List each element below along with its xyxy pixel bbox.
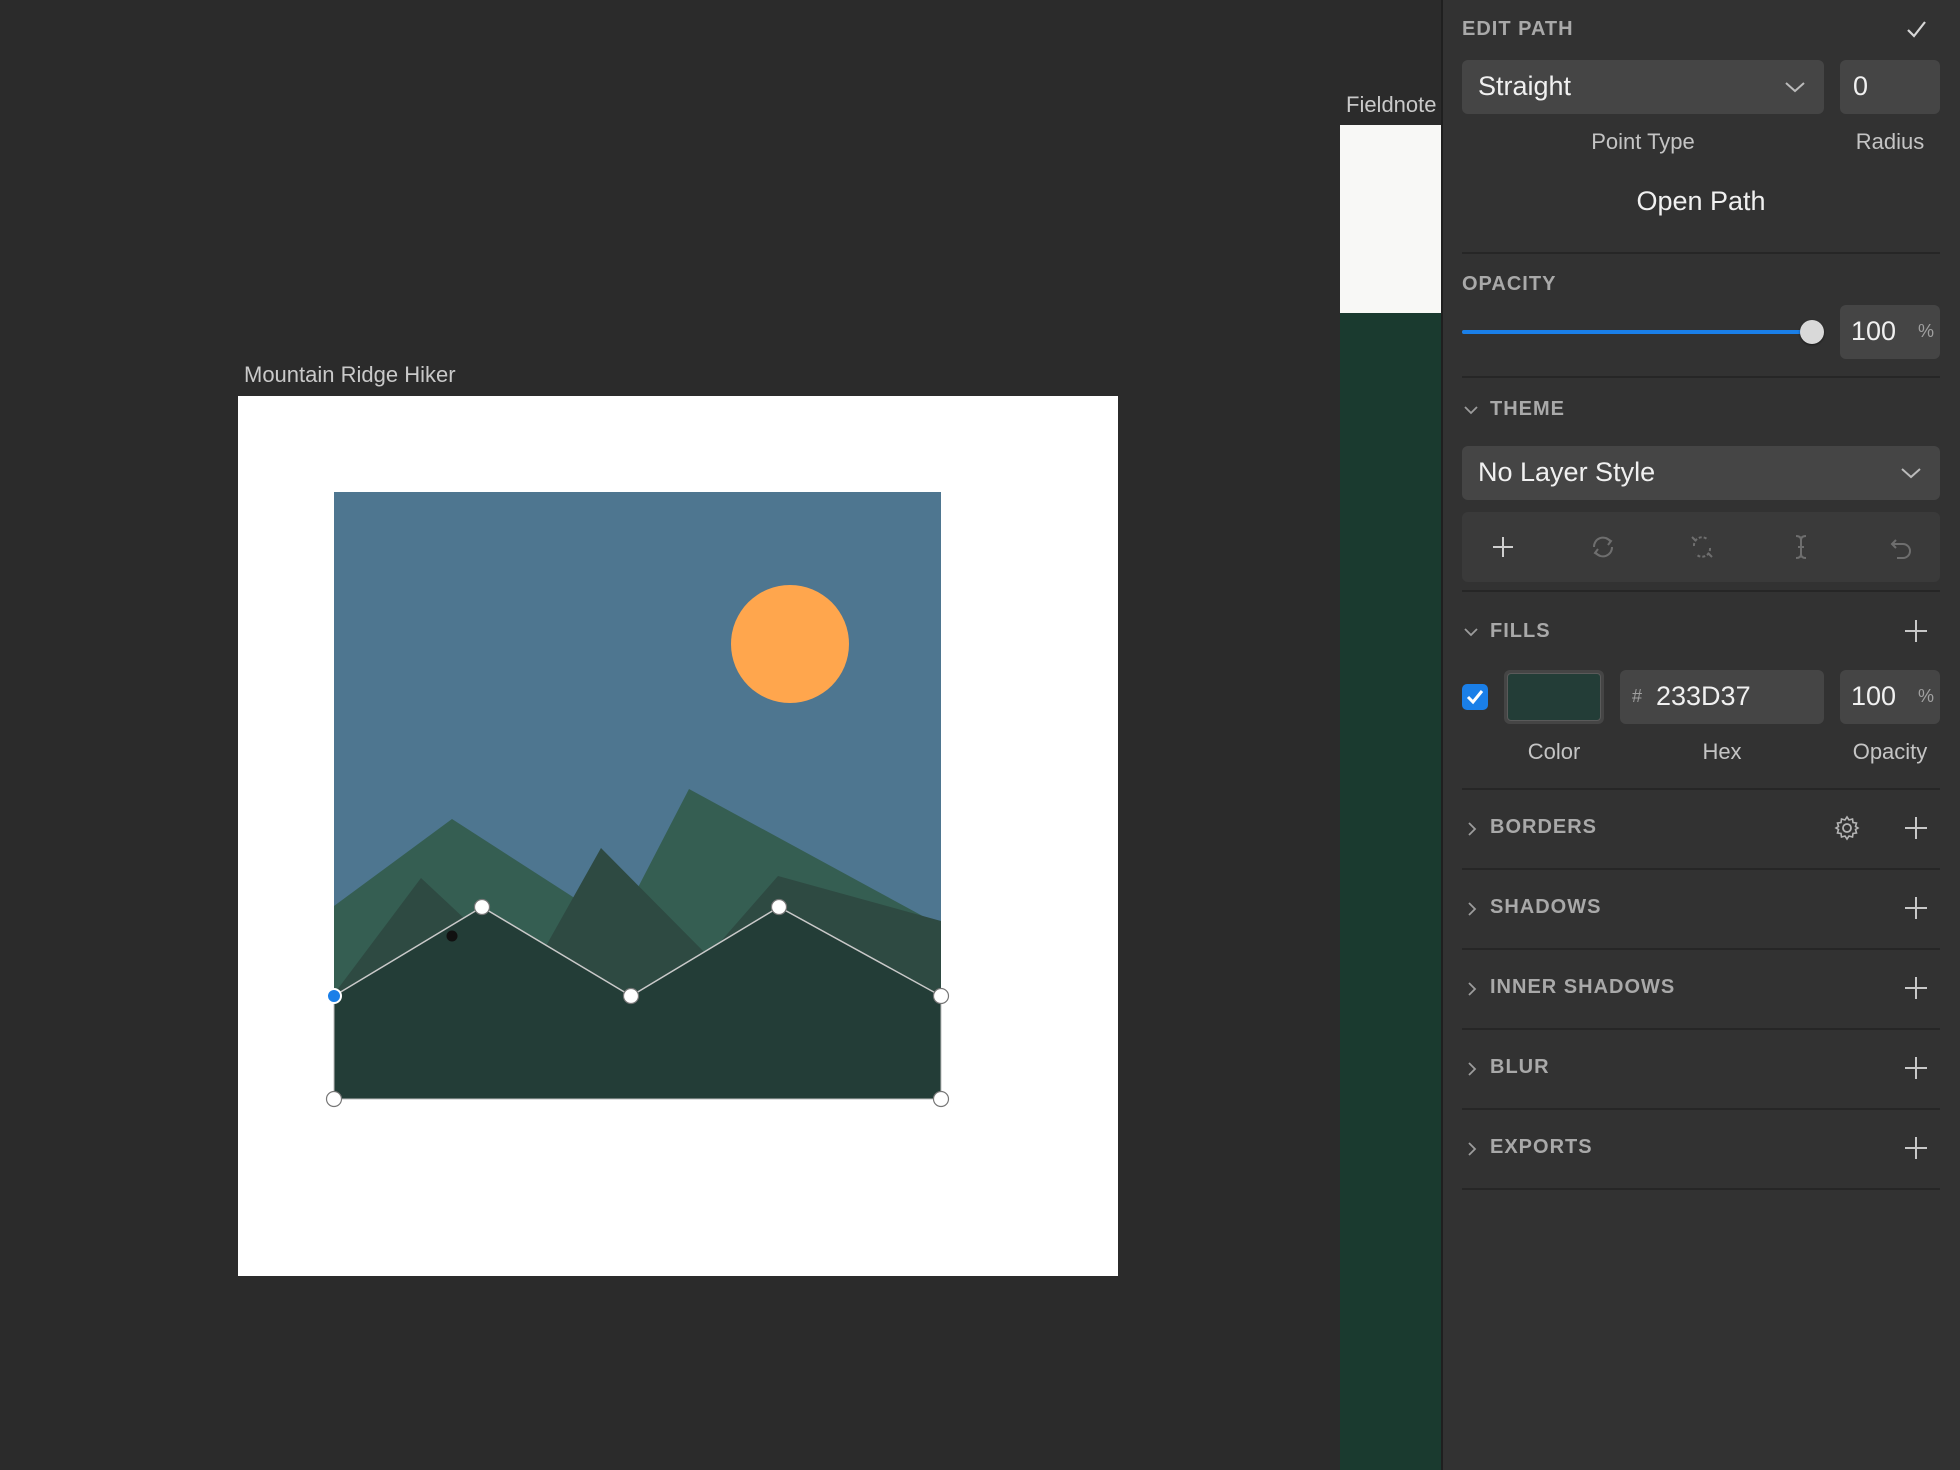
point-type-caption: Point Type: [1591, 129, 1695, 154]
add-borders-icon[interactable]: [1905, 817, 1927, 839]
blur-title[interactable]: BLUR: [1490, 1056, 1550, 1079]
hex-value: 233D37: [1656, 681, 1751, 711]
add-fill-icon[interactable]: [1905, 620, 1927, 642]
point-type-value: Straight: [1478, 71, 1572, 101]
add-blur-icon[interactable]: [1905, 1057, 1927, 1079]
radius-caption: Radius: [1855, 129, 1925, 154]
opacity-slider-track[interactable]: [1462, 330, 1812, 334]
fill-enabled-checkbox[interactable]: [1462, 684, 1488, 710]
chevron-right-icon[interactable]: [1467, 1142, 1477, 1156]
artboard-title[interactable]: Mountain Ridge Hiker: [244, 362, 456, 388]
divider: [1462, 868, 1940, 870]
inner-shadows-title[interactable]: INNER SHADOWS: [1490, 976, 1675, 999]
checkmark-icon[interactable]: [1899, 12, 1933, 46]
exports-title[interactable]: EXPORTS: [1490, 1136, 1593, 1159]
layer-style-value: No Layer Style: [1478, 457, 1656, 487]
artboard-2[interactable]: [1340, 125, 1441, 1470]
divider: [1462, 1108, 1940, 1110]
path-point[interactable]: [932, 987, 950, 1005]
chevron-down-icon[interactable]: [1464, 405, 1478, 415]
divider: [1462, 252, 1940, 254]
mountain-illustration[interactable]: [238, 396, 1118, 1276]
fill-opacity-input[interactable]: 100 %: [1840, 670, 1940, 724]
radius-input[interactable]: 0: [1840, 60, 1940, 114]
plus-icon[interactable]: [1486, 530, 1520, 564]
path-point[interactable]: [473, 898, 491, 916]
chevron-right-icon[interactable]: [1467, 1062, 1477, 1076]
opacity-value: 100: [1851, 316, 1897, 346]
fill-opacity-value: 100: [1851, 681, 1897, 711]
theme-title[interactable]: THEME: [1490, 398, 1565, 421]
opacity-title: OPACITY: [1462, 273, 1557, 295]
divider: [1462, 788, 1940, 790]
chevron-down-icon: [1901, 468, 1921, 479]
opacity-caption: Opacity: [1852, 739, 1928, 764]
hex-prefix: #: [1632, 686, 1643, 706]
path-point[interactable]: [325, 1090, 343, 1108]
path-point[interactable]: [770, 898, 788, 916]
divider: [1462, 1028, 1940, 1030]
radius-value: 0: [1853, 71, 1869, 101]
theme-toolbar: [1462, 512, 1940, 582]
add-exports-icon[interactable]: [1905, 1137, 1927, 1159]
divider: [1462, 948, 1940, 950]
percent-unit: %: [1918, 686, 1935, 706]
chevron-down-icon: [1785, 82, 1805, 93]
path-point[interactable]: [932, 1090, 950, 1108]
opacity-slider-fill: [1462, 330, 1812, 334]
artboard-title-2[interactable]: Fieldnote: [1346, 92, 1437, 118]
sync-icon[interactable]: [1586, 530, 1620, 564]
add-shadows-icon[interactable]: [1905, 897, 1927, 919]
gear-icon[interactable]: [1833, 814, 1861, 842]
control-handle[interactable]: [446, 930, 458, 942]
artboard-2-header: [1340, 125, 1441, 313]
hex-input[interactable]: # 233D37: [1620, 670, 1824, 724]
checkmark-icon: [1466, 690, 1484, 705]
selected-path-point[interactable]: [326, 988, 342, 1004]
path-point[interactable]: [622, 987, 640, 1005]
divider: [1462, 376, 1940, 378]
hex-caption: Hex: [1702, 739, 1742, 764]
add-inner-shadows-icon[interactable]: [1905, 977, 1927, 999]
sun-circle[interactable]: [731, 585, 849, 703]
open-path-button[interactable]: Open Path: [1462, 186, 1940, 217]
point-type-select[interactable]: Straight: [1462, 60, 1824, 114]
undo-icon[interactable]: [1884, 530, 1918, 564]
percent-unit: %: [1918, 321, 1935, 341]
divider: [1462, 1188, 1940, 1190]
divider: [1462, 590, 1940, 592]
opacity-input[interactable]: 100 %: [1840, 305, 1940, 359]
opacity-slider-knob[interactable]: [1800, 320, 1824, 344]
fill-color-swatch: [1507, 673, 1601, 721]
chevron-right-icon[interactable]: [1467, 822, 1477, 836]
chevron-right-icon[interactable]: [1467, 982, 1477, 996]
fills-title[interactable]: FILLS: [1490, 620, 1551, 643]
chevron-right-icon[interactable]: [1467, 902, 1477, 916]
shadows-title[interactable]: SHADOWS: [1490, 896, 1601, 919]
fill-color-well[interactable]: [1504, 670, 1604, 724]
color-caption: Color: [1527, 739, 1581, 764]
layer-style-select[interactable]: No Layer Style: [1462, 446, 1940, 500]
borders-title[interactable]: BORDERS: [1490, 816, 1597, 839]
edit-path-title: EDIT PATH: [1462, 18, 1574, 40]
detach-icon[interactable]: [1685, 530, 1719, 564]
inspector-panel: [1441, 0, 1960, 1470]
canvas[interactable]: Mountain Ridge Hiker Fieldnote: [0, 0, 1441, 1470]
text-cursor-icon[interactable]: [1784, 530, 1818, 564]
chevron-down-icon[interactable]: [1464, 627, 1478, 637]
